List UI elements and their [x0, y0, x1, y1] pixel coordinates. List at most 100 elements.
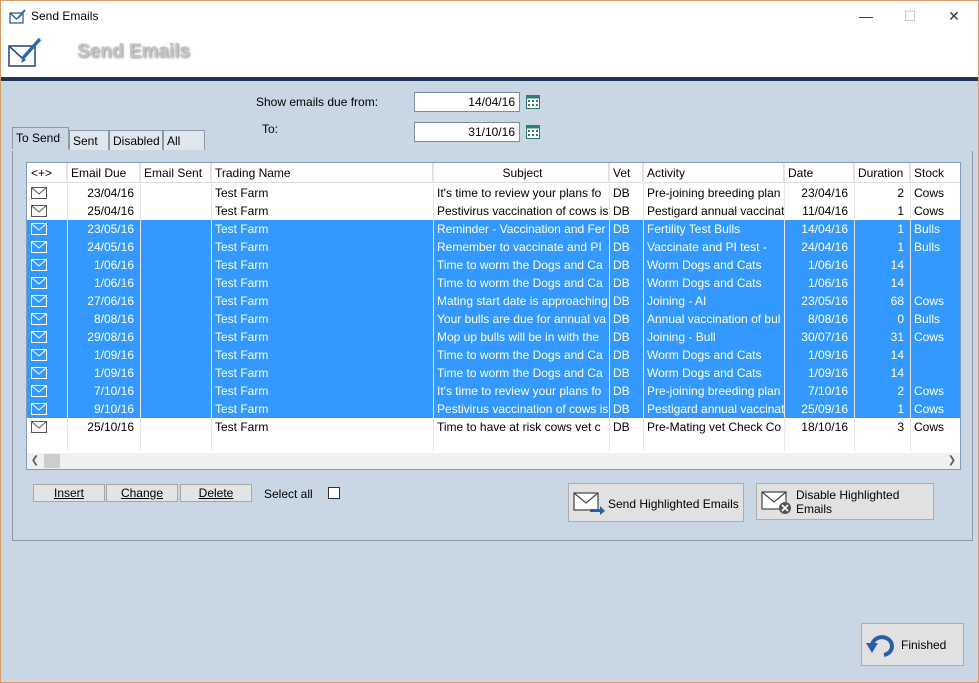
cell-vet: DB: [613, 348, 630, 362]
cell-duration: 1: [897, 222, 904, 236]
cell-sent: [140, 310, 211, 328]
cell-trading: Test Farm: [215, 204, 269, 218]
cell-date: 30/07/16: [801, 330, 848, 344]
cell-stock: Cows: [914, 186, 945, 200]
table-row[interactable]: 24/05/16 Test Farm Remember to vaccinate a…: [27, 238, 960, 256]
insert-button[interactable]: Insert: [33, 484, 105, 502]
cell-stock: [910, 274, 960, 292]
col-header-activity[interactable]: Activity: [643, 163, 784, 183]
cell-duration: 0: [897, 312, 904, 326]
col-header-duration[interactable]: Duration: [854, 163, 910, 183]
tab-disabled[interactable]: Disabled: [109, 130, 163, 150]
due-from-field[interactable]: 14/04/16: [414, 92, 520, 112]
cell-trading: Test Farm: [215, 294, 269, 308]
tab-all[interactable]: All: [163, 130, 205, 150]
delete-label: Delete: [198, 486, 234, 500]
scroll-thumb[interactable]: [44, 454, 60, 468]
close-button[interactable]: ✕: [931, 5, 977, 27]
cell-sent: [140, 292, 211, 310]
cell-subject: Time to worm the Dogs and Ca: [437, 348, 603, 362]
table-row[interactable]: 1/06/16 Test Farm Time to worm the Dogs an…: [27, 256, 960, 274]
tab-sent[interactable]: Sent: [69, 130, 109, 150]
calendar-icon[interactable]: [526, 125, 540, 139]
cell-stock: Bulls: [914, 222, 941, 236]
cell-subject: Your bulls are due for annual va: [437, 312, 607, 326]
cell-activity: Joining - Bull: [647, 330, 716, 344]
cell-duration: 1: [897, 204, 904, 218]
maximize-button[interactable]: ☐: [887, 5, 933, 27]
cell-activity: Worm Dogs and Cats: [647, 258, 762, 272]
cell-duration: 14: [890, 348, 904, 362]
table-row[interactable]: 1/06/16 Test Farm Time to worm the Dogs an…: [27, 274, 960, 292]
col-header-insert[interactable]: <+>: [27, 163, 67, 183]
col-header-trading-name[interactable]: Trading Name: [211, 163, 433, 183]
cell-due: 1/09/16: [93, 348, 134, 362]
cell-subject: Mop up bulls will be in with the: [437, 330, 600, 344]
scroll-right-icon[interactable]: ❯: [944, 453, 960, 469]
table-row[interactable]: 1/09/16 Test Farm Time to worm the Dogs an…: [27, 364, 960, 382]
cell-duration: 1: [897, 240, 904, 254]
envelope-icon: [31, 295, 47, 307]
table-row[interactable]: 25/04/16 Test Farm Pestivirus vaccination …: [27, 202, 960, 220]
delete-button[interactable]: Delete: [180, 484, 252, 502]
send-highlighted-button[interactable]: Send Highlighted Emails: [568, 483, 744, 522]
envelope-icon: [31, 331, 47, 343]
send-highlighted-label: Send Highlighted Emails: [608, 497, 739, 511]
minimize-button[interactable]: —: [843, 5, 889, 27]
cell-stock: [910, 346, 960, 364]
cell-subject: Mating start date is approaching: [437, 294, 608, 308]
change-button[interactable]: Change: [106, 484, 178, 502]
cell-due: 1/06/16: [93, 258, 134, 272]
table-row[interactable]: 7/10/16 Test Farm It's time to review your…: [27, 382, 960, 400]
cell-trading: Test Farm: [215, 330, 269, 344]
select-all-label: Select all: [264, 487, 313, 501]
horizontal-scrollbar[interactable]: ❮ ❯: [27, 453, 960, 469]
envelope-pen-icon: [9, 9, 26, 24]
table-row[interactable]: 23/05/16 Test Farm Reminder - Vaccination …: [27, 220, 960, 238]
finished-button[interactable]: Finished: [861, 623, 964, 666]
cell-sent: [140, 238, 211, 256]
calendar-icon[interactable]: [526, 95, 540, 109]
col-header-email-sent[interactable]: Email Sent: [140, 163, 211, 183]
col-header-stock[interactable]: Stock: [910, 163, 960, 183]
cell-date: 11/04/16: [802, 204, 848, 218]
cell-trading: Test Farm: [215, 222, 269, 236]
tab-to-send[interactable]: To Send: [12, 127, 69, 149]
cell-date: 7/10/16: [807, 384, 848, 398]
cell-subject: Reminder - Vaccination and Fer: [437, 222, 606, 236]
column-divider: [784, 163, 785, 451]
cell-stock: [910, 364, 960, 382]
table-row[interactable]: 1/09/16 Test Farm Time to worm the Dogs an…: [27, 346, 960, 364]
cell-duration: 14: [890, 276, 904, 290]
col-header-date[interactable]: Date: [784, 163, 854, 183]
cell-stock: [910, 256, 960, 274]
scroll-left-icon[interactable]: ❮: [27, 453, 43, 469]
cell-activity: Joining - AI: [647, 294, 707, 308]
table-row[interactable]: 27/06/16 Test Farm Mating start date is ap…: [27, 292, 960, 310]
cell-duration: 2: [897, 186, 904, 200]
cell-duration: 14: [890, 366, 904, 380]
cell-trading: Test Farm: [215, 258, 269, 272]
envelope-icon: [31, 367, 47, 379]
cell-date: 1/09/16: [807, 348, 848, 362]
col-header-email-due[interactable]: Email Due: [67, 163, 140, 183]
table-row[interactable]: 29/08/16 Test Farm Mop up bulls will be in…: [27, 328, 960, 346]
cell-trading: Test Farm: [215, 312, 269, 326]
cell-duration: 2: [897, 384, 904, 398]
cell-stock: Cows: [914, 402, 945, 416]
cell-trading: Test Farm: [215, 348, 269, 362]
email-grid[interactable]: <+> Email Due Email Sent Trading Name Su…: [26, 162, 961, 470]
table-row[interactable]: 8/08/16 Test Farm Your bulls are due for a…: [27, 310, 960, 328]
col-header-vet[interactable]: Vet: [609, 163, 643, 183]
cell-activity: Pre-joining breeding plan: [647, 384, 781, 398]
table-row[interactable]: 25/10/16 Test Farm Time to have at risk co…: [27, 418, 960, 436]
cell-vet: DB: [613, 222, 630, 236]
cell-vet: DB: [613, 312, 630, 326]
table-row[interactable]: 23/04/16 Test Farm It's time to review you…: [27, 184, 960, 202]
disable-highlighted-button[interactable]: Disable Highlighted Emails: [756, 483, 934, 520]
cell-vet: DB: [613, 240, 630, 254]
select-all-checkbox[interactable]: [328, 487, 340, 499]
table-row[interactable]: 9/10/16 Test Farm Pestivirus vaccination o…: [27, 400, 960, 418]
due-to-field[interactable]: 31/10/16: [414, 122, 520, 142]
col-header-subject[interactable]: Subject: [433, 163, 609, 183]
